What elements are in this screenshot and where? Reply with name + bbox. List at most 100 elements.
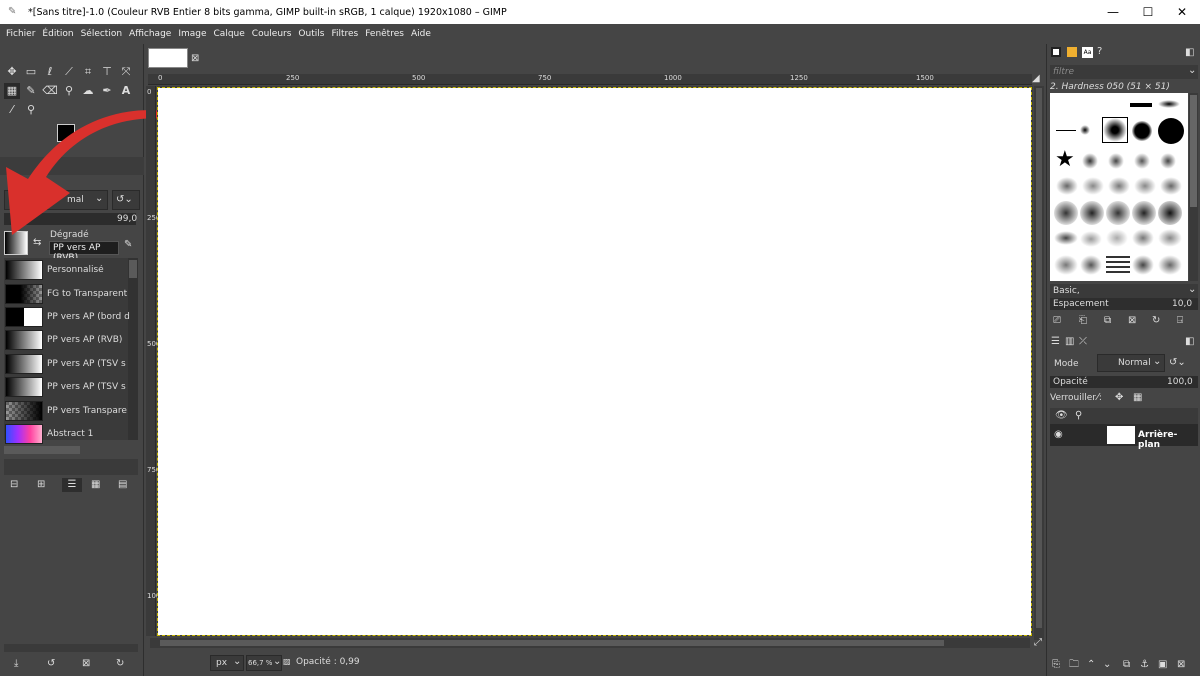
image-canvas[interactable] xyxy=(157,87,1032,636)
path-tool-icon[interactable]: ✒ xyxy=(99,83,115,99)
smudge-tool-icon[interactable]: ☁ xyxy=(80,83,96,99)
menu-couleurs[interactable]: Couleurs xyxy=(252,29,292,39)
brush-edit-icon[interactable]: ⎚ xyxy=(1053,314,1061,328)
new-layer-icon[interactable]: ⎘ xyxy=(1052,658,1060,672)
mask-icon[interactable]: ▣ xyxy=(1158,658,1167,672)
brushes-tab-icon[interactable] xyxy=(1051,47,1061,57)
open-brush-icon[interactable]: ⍈ xyxy=(1177,314,1183,328)
reset-layer-mode-icon[interactable]: ↺⌄ xyxy=(1169,356,1186,370)
spacing-slider[interactable]: Espacement 10,0 xyxy=(1050,298,1198,310)
eraser-tool-icon[interactable]: ⌫ xyxy=(42,83,58,99)
image-tab-thumbnail[interactable] xyxy=(148,48,188,68)
list-view-icon[interactable]: ☰ xyxy=(62,478,82,492)
brush-grid[interactable]: ★ xyxy=(1050,93,1188,281)
unit-dropdown[interactable]: px ⌄ xyxy=(210,655,244,671)
refresh-brushes-icon[interactable]: ↻ xyxy=(1152,314,1160,328)
remove-icon[interactable]: ⊟ xyxy=(10,478,18,492)
gradients-tab-icon[interactable]: ▤ xyxy=(118,478,127,492)
brush-grid-scrollbar[interactable] xyxy=(1189,93,1198,281)
paintbrush-tool-icon[interactable]: ✎ xyxy=(23,83,39,99)
horizontal-ruler: 0 250 500 750 1000 1250 1500 xyxy=(148,74,1032,85)
brush-filter-input[interactable]: filtre ⌄ xyxy=(1050,65,1198,79)
layer-row[interactable]: ◉ Arrière-plan xyxy=(1050,424,1198,450)
layers-panel-menu-icon[interactable]: ◧ xyxy=(1185,335,1194,349)
layer-mode-dropdown[interactable]: Normal ⌄ xyxy=(1097,354,1165,372)
duplicate-layer-icon[interactable]: ⧉ xyxy=(1123,658,1130,672)
navigate-icon[interactable]: ◢ xyxy=(1032,72,1040,86)
chevron-down-icon: ⌄ xyxy=(1153,356,1162,367)
gradient-item[interactable]: FG to Transparent xyxy=(5,283,140,305)
zoom-dropdown[interactable]: 66,7 % ⌄ xyxy=(246,655,282,671)
raise-layer-icon[interactable]: ⌃ xyxy=(1087,658,1095,672)
restore-options-icon[interactable]: ↺ xyxy=(47,657,55,671)
close-tab-icon[interactable]: ⊠ xyxy=(191,52,199,66)
horizontal-canvas-scrollbar[interactable] xyxy=(150,638,1030,648)
warp-tool-icon[interactable]: ⤧ xyxy=(118,64,134,80)
maximize-button[interactable]: ☐ xyxy=(1129,0,1167,24)
vertical-scrollbar[interactable] xyxy=(1034,86,1044,640)
layer-group-icon[interactable]: 🗀 xyxy=(1069,658,1079,672)
gradient-tool-icon[interactable]: ▦ xyxy=(4,83,20,99)
lasso-tool-icon[interactable]: ℓ xyxy=(42,64,58,80)
gradient-swatch xyxy=(5,354,43,374)
close-button[interactable]: ✕ xyxy=(1163,0,1200,24)
save-options-icon[interactable]: ⤓ xyxy=(14,657,18,671)
duplicate-brush-icon[interactable]: ⧉ xyxy=(1104,314,1111,328)
layer-opacity-slider[interactable]: Opacité 100,0 xyxy=(1050,376,1198,388)
delete-options-icon[interactable]: ⊠ xyxy=(82,657,90,671)
menu-fichier[interactable]: Fichier xyxy=(6,29,35,39)
layers-tab-icon[interactable]: ☰ xyxy=(1051,335,1060,349)
panel-menu-icon[interactable]: ◧ xyxy=(1185,46,1194,60)
zoom-fit-icon[interactable]: ⤢ xyxy=(1034,636,1042,650)
lock-pixels-icon[interactable]: ⁄ xyxy=(1097,391,1099,405)
anchor-layer-icon[interactable]: ⚓ xyxy=(1140,658,1149,672)
brush-tag-field[interactable]: Basic, ⌄ xyxy=(1050,284,1198,298)
menu-affichage[interactable]: Affichage xyxy=(129,29,171,39)
paths-tab-icon[interactable]: ⤫ xyxy=(1079,335,1087,349)
document-history-tab-icon[interactable]: ? xyxy=(1097,45,1102,59)
grid-view-icon[interactable]: ▦ xyxy=(91,478,100,492)
lock-alpha-icon[interactable]: ▦ xyxy=(1133,391,1142,405)
image-tabs: ⊠ xyxy=(145,44,1045,72)
lock-position-icon[interactable]: ✥ xyxy=(1115,391,1123,405)
menu-aide[interactable]: Aide xyxy=(411,29,431,39)
rect-select-tool-icon[interactable]: ▭ xyxy=(23,64,39,80)
add-icon[interactable]: ⊞ xyxy=(37,478,45,492)
delete-layer-icon[interactable]: ⊠ xyxy=(1177,658,1185,672)
gradient-item[interactable]: Personnalisé xyxy=(5,259,140,281)
menu-fenetres[interactable]: Fenêtres xyxy=(365,29,404,39)
visibility-eye-icon[interactable]: ◉ xyxy=(1054,428,1063,442)
clone-tool-icon[interactable]: ⚲ xyxy=(61,83,77,99)
text-tool-icon[interactable]: A xyxy=(118,83,134,99)
gradient-item[interactable]: PP vers AP (RVB) xyxy=(5,329,140,351)
crop-tool-icon[interactable]: ⌗ xyxy=(80,64,96,80)
menu-calque[interactable]: Calque xyxy=(214,29,245,39)
new-brush-icon[interactable]: ⎗ xyxy=(1079,314,1087,328)
menu-edition[interactable]: Édition xyxy=(42,29,73,39)
fonts-tab-icon[interactable]: Aa xyxy=(1082,47,1093,58)
menu-image[interactable]: Image xyxy=(178,29,206,39)
lower-layer-icon[interactable]: ⌄ xyxy=(1103,658,1111,672)
gradient-item[interactable]: Abstract 1 xyxy=(5,423,140,445)
gradient-filter-field[interactable] xyxy=(4,459,138,475)
delete-brush-icon[interactable]: ⊠ xyxy=(1128,314,1136,328)
minimize-button[interactable]: — xyxy=(1094,0,1132,24)
canvas-viewport[interactable] xyxy=(157,86,1033,636)
gradient-swatch xyxy=(5,401,43,421)
reset-options-icon[interactable]: ↻ xyxy=(116,657,124,671)
fuzzy-select-tool-icon[interactable]: ⟋ xyxy=(61,64,77,80)
menu-selection[interactable]: Sélection xyxy=(81,29,122,39)
horizontal-scrollbar[interactable] xyxy=(4,446,80,454)
move-tool-icon[interactable]: ✥ xyxy=(4,64,20,80)
gradient-item[interactable]: PP vers AP (TSV s xyxy=(5,376,140,398)
bottom-scrollbar[interactable] xyxy=(4,644,138,652)
gradient-item[interactable]: PP vers AP (TSV s xyxy=(5,353,140,375)
gradient-item[interactable]: PP vers Transpare xyxy=(5,400,140,422)
channels-tab-icon[interactable]: ▥ xyxy=(1065,335,1074,349)
selected-brush[interactable] xyxy=(1102,117,1128,143)
unified-transform-tool-icon[interactable]: ⊤ xyxy=(99,64,115,80)
patterns-tab-icon[interactable] xyxy=(1067,47,1077,57)
gradient-item[interactable]: PP vers AP (bord d xyxy=(5,306,140,328)
menu-filtres[interactable]: Filtres xyxy=(331,29,358,39)
menu-outils[interactable]: Outils xyxy=(298,29,324,39)
